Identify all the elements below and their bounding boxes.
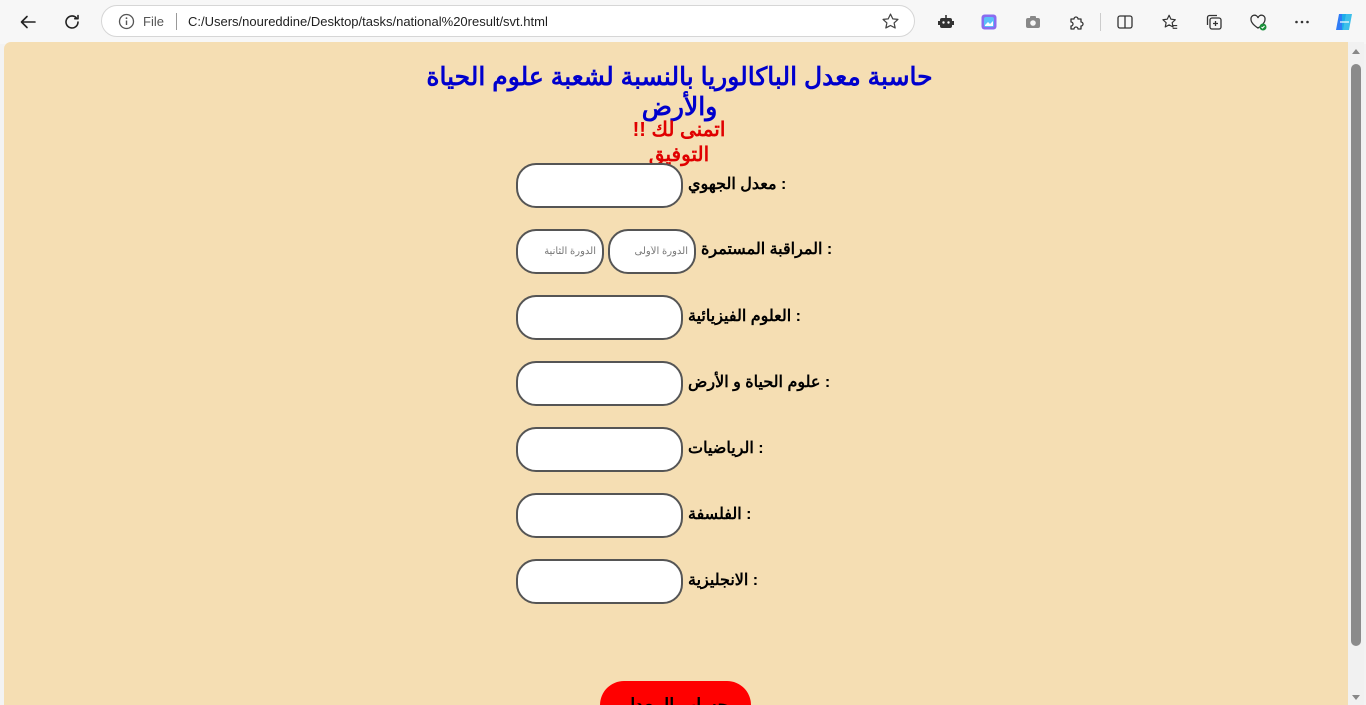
calculate-button[interactable]: حساب المعدل — [600, 681, 751, 705]
copilot-icon — [1336, 14, 1352, 30]
extensions-button[interactable] — [1061, 6, 1093, 38]
scroll-down-arrow-icon[interactable] — [1352, 695, 1360, 700]
refresh-icon — [65, 14, 79, 29]
favorites-icon — [1162, 14, 1178, 29]
math-label: الرياضيات : — [688, 440, 764, 457]
split-screen-button[interactable] — [1109, 6, 1141, 38]
url-text[interactable]: C:/Users/noureddine/Desktop/tasks/nation… — [188, 14, 548, 29]
philosophy-input[interactable] — [516, 493, 683, 538]
extension-image-icon — [981, 14, 997, 30]
copilot-button[interactable] — [1328, 6, 1360, 38]
regional-average-input[interactable] — [516, 163, 683, 208]
screenshot-button[interactable] — [1017, 6, 1049, 38]
address-bar[interactable]: File C:/Users/noureddine/Desktop/tasks/n… — [101, 5, 915, 37]
physics-input[interactable] — [516, 295, 683, 340]
page-title: حاسبة معدل الباكالوريا بالنسبة لشعبة علو… — [426, 63, 933, 121]
english-label: الانجليزية : — [688, 572, 759, 589]
browser-essentials-button[interactable] — [1242, 6, 1274, 38]
split-screen-icon — [1117, 15, 1133, 29]
address-divider — [176, 13, 177, 30]
browser-essentials-icon — [1250, 14, 1267, 31]
continuous-first-session-input[interactable] — [608, 229, 696, 274]
favorite-star-icon[interactable] — [881, 12, 900, 36]
extensions-puzzle-icon — [1070, 16, 1084, 30]
svt-label: علوم الحياة و الأرض : — [688, 374, 831, 391]
scrollbar-thumb[interactable] — [1351, 64, 1361, 646]
greeting-text: !! اتمنى لك التوفيق — [632, 119, 726, 166]
page-scrollbar[interactable] — [1348, 42, 1364, 705]
toolbar-divider — [1100, 13, 1101, 31]
back-icon — [20, 15, 36, 29]
favorites-button[interactable] — [1154, 6, 1186, 38]
regional-average-label: معدل الجهوي : — [688, 176, 787, 193]
more-menu-button[interactable] — [1286, 6, 1318, 38]
browser-toolbar: File C:/Users/noureddine/Desktop/tasks/n… — [0, 0, 1366, 44]
screenshot-camera-icon — [1026, 16, 1040, 28]
extension-robot-icon — [938, 15, 954, 28]
scroll-up-arrow-icon[interactable] — [1352, 49, 1360, 54]
refresh-button[interactable] — [56, 6, 88, 38]
continuous-control-label: المراقبة المستمرة : — [701, 241, 833, 258]
math-input[interactable] — [516, 427, 683, 472]
info-icon[interactable] — [118, 13, 135, 35]
page-viewport: حاسبة معدل الباكالوريا بالنسبة لشعبة علو… — [4, 42, 1348, 705]
back-button[interactable] — [12, 6, 44, 38]
more-menu-icon — [1295, 20, 1309, 24]
philosophy-label: الفلسفة : — [688, 506, 752, 523]
extension-robot-button[interactable] — [930, 6, 962, 38]
extension-image-button[interactable] — [973, 6, 1005, 38]
physics-label: العلوم الفيزيائية : — [688, 308, 801, 325]
collections-button[interactable] — [1198, 6, 1230, 38]
url-scheme-label: File — [143, 14, 164, 29]
english-input[interactable] — [516, 559, 683, 604]
collections-icon — [1206, 14, 1222, 30]
svt-input[interactable] — [516, 361, 683, 406]
continuous-second-session-input[interactable] — [516, 229, 604, 274]
